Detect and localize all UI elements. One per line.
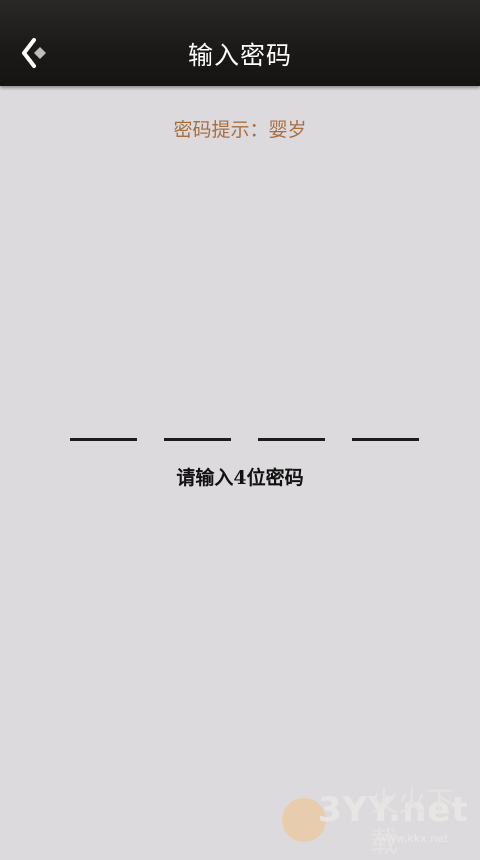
page-title: 输入密码 [187, 41, 292, 70]
watermark-cn-text: 火火下载 [370, 785, 455, 858]
header-bar: 输入密码 [0, 0, 480, 86]
pin-instruction: 请输入4位密码 [176, 467, 304, 489]
pin-digit-1[interactable] [70, 410, 137, 441]
watermark-url: www.kkx.net [378, 832, 449, 845]
password-hint: 密码提示：婴岁 [173, 119, 307, 141]
pin-digit-2[interactable] [164, 410, 231, 441]
pin-entry[interactable] [0, 410, 480, 450]
pin-digit-4[interactable] [352, 410, 419, 441]
site-watermark: 3YY.net 火火下载 www.kkx.net [282, 780, 478, 858]
pin-digit-3[interactable] [258, 410, 325, 441]
